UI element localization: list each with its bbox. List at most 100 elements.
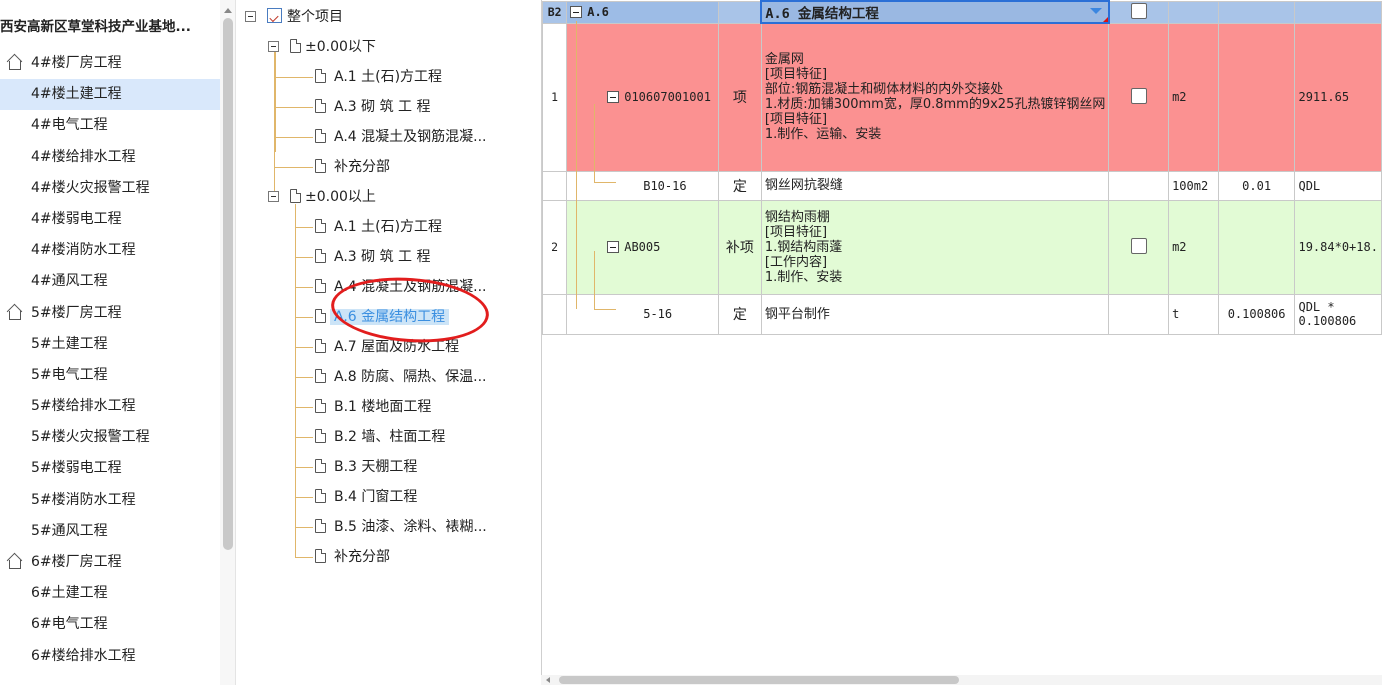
unit-cell[interactable]: t: [1168, 293, 1219, 335]
check-cell[interactable]: [1108, 22, 1170, 172]
project-item[interactable]: 4#楼火灾报警工程: [0, 173, 220, 204]
qty-cell[interactable]: QDL * 0.100806: [1294, 293, 1382, 335]
table-row[interactable]: 1 010607001001 项金属网 [项目特征] 部位:钢筋混凝土和砌体材料的内外交…: [542, 22, 1382, 172]
project-item[interactable]: 5#楼消防水工程: [0, 485, 220, 516]
project-item[interactable]: 5#楼弱电工程: [0, 453, 220, 484]
check-cell[interactable]: [1108, 170, 1170, 201]
tree-item-label: A.3 砌 筑 工 程: [334, 99, 431, 115]
table-row[interactable]: 2 AB005 补项 钢结构雨棚 [项目特征] 1.钢结构雨蓬 [工作内容] 1.制作、安装 m…: [542, 199, 1382, 295]
project-item[interactable]: 4#电气工程: [0, 110, 220, 141]
project-group[interactable]: 4#楼厂房工程: [0, 48, 220, 79]
tree-item[interactable]: A.4 混凝土及钢筋混凝...: [315, 275, 491, 299]
project-item[interactable]: 5#电气工程: [0, 360, 220, 391]
tree-item[interactable]: A.1 土(石)方工程: [315, 215, 446, 239]
qty-cell[interactable]: 19.84*0+18.: [1294, 199, 1382, 295]
document-icon: [315, 279, 326, 293]
unit-cell[interactable]: 100m2: [1168, 170, 1219, 201]
tree-item[interactable]: B.4 门窗工程: [315, 485, 421, 509]
tree-node-label: ±0.00以上: [305, 189, 376, 205]
scroll-left-arrow-icon[interactable]: [546, 677, 550, 683]
scrollbar-thumb[interactable]: [559, 676, 959, 684]
section-code-cell[interactable]: A.6: [566, 0, 719, 24]
project-group[interactable]: 6#楼厂房工程: [0, 547, 220, 578]
above-zero-expander-icon[interactable]: [268, 191, 279, 202]
qty-expr-cell[interactable]: 0.100806: [1217, 293, 1296, 335]
tree-item[interactable]: A.7 屋面及防水工程: [315, 335, 463, 359]
tree-item[interactable]: A.1 土(石)方工程: [315, 65, 446, 89]
scrollbar-thumb[interactable]: [223, 18, 233, 550]
code-cell[interactable]: 5-16: [566, 293, 719, 335]
unit-cell[interactable]: m2: [1168, 22, 1219, 172]
tree-item[interactable]: B.3 天棚工程: [315, 455, 421, 479]
code-cell[interactable]: B10-16: [566, 170, 719, 201]
project-item[interactable]: 4#楼消防水工程: [0, 235, 220, 266]
tree-root[interactable]: 整个项目: [267, 5, 343, 29]
check-cell[interactable]: [1108, 0, 1170, 24]
tree-item[interactable]: A.3 砌 筑 工 程: [315, 95, 435, 119]
check-cell[interactable]: [1108, 293, 1170, 335]
project-item[interactable]: 5#通风工程: [0, 516, 220, 547]
checkbox[interactable]: [1130, 2, 1147, 19]
tree-item[interactable]: A.3 砌 筑 工 程: [315, 245, 435, 269]
project-item[interactable]: 6#楼给排水工程: [0, 641, 220, 672]
qty-cell[interactable]: 2911.65: [1294, 22, 1382, 172]
tree-item[interactable]: A.8 防腐、隔热、保温...: [315, 365, 491, 389]
project-title[interactable]: 西安高新区草堂科技产业基地...: [0, 15, 215, 35]
qty-expr-cell[interactable]: 0.01: [1217, 170, 1296, 201]
tree-item[interactable]: 补充分部: [315, 155, 394, 179]
description-cell[interactable]: 钢平台制作: [760, 293, 1110, 335]
project-item[interactable]: 6#土建工程: [0, 578, 220, 609]
project-group-label: 6#楼厂房工程: [31, 554, 122, 570]
document-icon: [315, 519, 326, 533]
tree-item[interactable]: 补充分部: [315, 545, 394, 569]
project-group[interactable]: 5#楼厂房工程: [0, 298, 220, 329]
qty-expr-cell[interactable]: [1217, 199, 1296, 295]
tree-item[interactable]: B.1 楼地面工程: [315, 395, 435, 419]
tree-item[interactable]: A.6 金属结构工程: [315, 305, 450, 329]
tree-item[interactable]: B.2 墙、柱面工程: [315, 425, 449, 449]
project-item[interactable]: 5#楼火灾报警工程: [0, 422, 220, 453]
code-cell[interactable]: 010607001001: [566, 22, 719, 172]
project-item[interactable]: 4#楼给排水工程: [0, 142, 220, 173]
project-list-scrollbar[interactable]: [220, 0, 236, 685]
project-item[interactable]: 5#土建工程: [0, 329, 220, 360]
below-zero-expander-icon[interactable]: [268, 41, 279, 52]
scroll-up-arrow-icon[interactable]: [224, 8, 232, 13]
project-item[interactable]: 6#电气工程: [0, 609, 220, 640]
checkbox[interactable]: [1130, 237, 1147, 254]
tree-item[interactable]: A.4 混凝土及钢筋混凝...: [315, 125, 491, 149]
collapse-icon[interactable]: [607, 91, 620, 103]
description-cell[interactable]: 钢结构雨棚 [项目特征] 1.钢结构雨蓬 [工作内容] 1.制作、安装: [760, 199, 1110, 295]
document-icon: [315, 99, 326, 113]
unit-cell[interactable]: m2: [1168, 199, 1219, 295]
root-expander-icon[interactable]: [245, 11, 256, 22]
row-number-cell: [542, 170, 568, 201]
project-item[interactable]: 4#通风工程: [0, 266, 220, 297]
tree-line: [295, 347, 313, 348]
dropdown-chevron-icon[interactable]: [1089, 8, 1102, 14]
grid-horizontal-scrollbar[interactable]: [541, 675, 1382, 685]
tree-item[interactable]: B.5 油漆、涂料、裱糊...: [315, 515, 491, 539]
comment-marker: [1102, 17, 1107, 21]
tree-node-below-zero[interactable]: ±0.00以下: [290, 35, 376, 59]
table-row[interactable]: B10-16 定钢丝网抗裂缝 100m2 0.01 QDL: [542, 170, 1382, 201]
collapse-icon[interactable]: [607, 241, 620, 253]
check-cell[interactable]: [1108, 199, 1170, 295]
tree-node-above-zero[interactable]: ±0.00以上: [290, 185, 376, 209]
project-item[interactable]: 5#楼给排水工程: [0, 391, 220, 422]
description-cell[interactable]: 金属网 [项目特征] 部位:钢筋混凝土和砌体材料的内外交接处 1.材质:加铺300mm…: [760, 22, 1110, 172]
checkbox[interactable]: [1130, 87, 1147, 104]
section-header-row[interactable]: B2 A.6 A.6 金属结构工程: [542, 0, 1382, 24]
description-cell[interactable]: 钢丝网抗裂缝: [760, 170, 1110, 201]
table-row[interactable]: 5-16 定钢平台制作 t 0.100806 QDL * 0.100806: [542, 293, 1382, 335]
tree-item-label: A.1 土(石)方工程: [334, 219, 443, 235]
collapse-icon[interactable]: [570, 6, 583, 18]
section-name-dropdown[interactable]: A.6 金属结构工程: [760, 0, 1110, 24]
qty-cell[interactable]: QDL: [1294, 170, 1382, 201]
project-item[interactable]: 4#楼土建工程: [0, 79, 220, 111]
tree-line: [295, 497, 313, 498]
qty-expr-cell[interactable]: [1217, 22, 1296, 172]
code-cell[interactable]: AB005: [566, 199, 719, 295]
tree-node-label: ±0.00以下: [305, 39, 376, 55]
project-item[interactable]: 4#楼弱电工程: [0, 204, 220, 235]
